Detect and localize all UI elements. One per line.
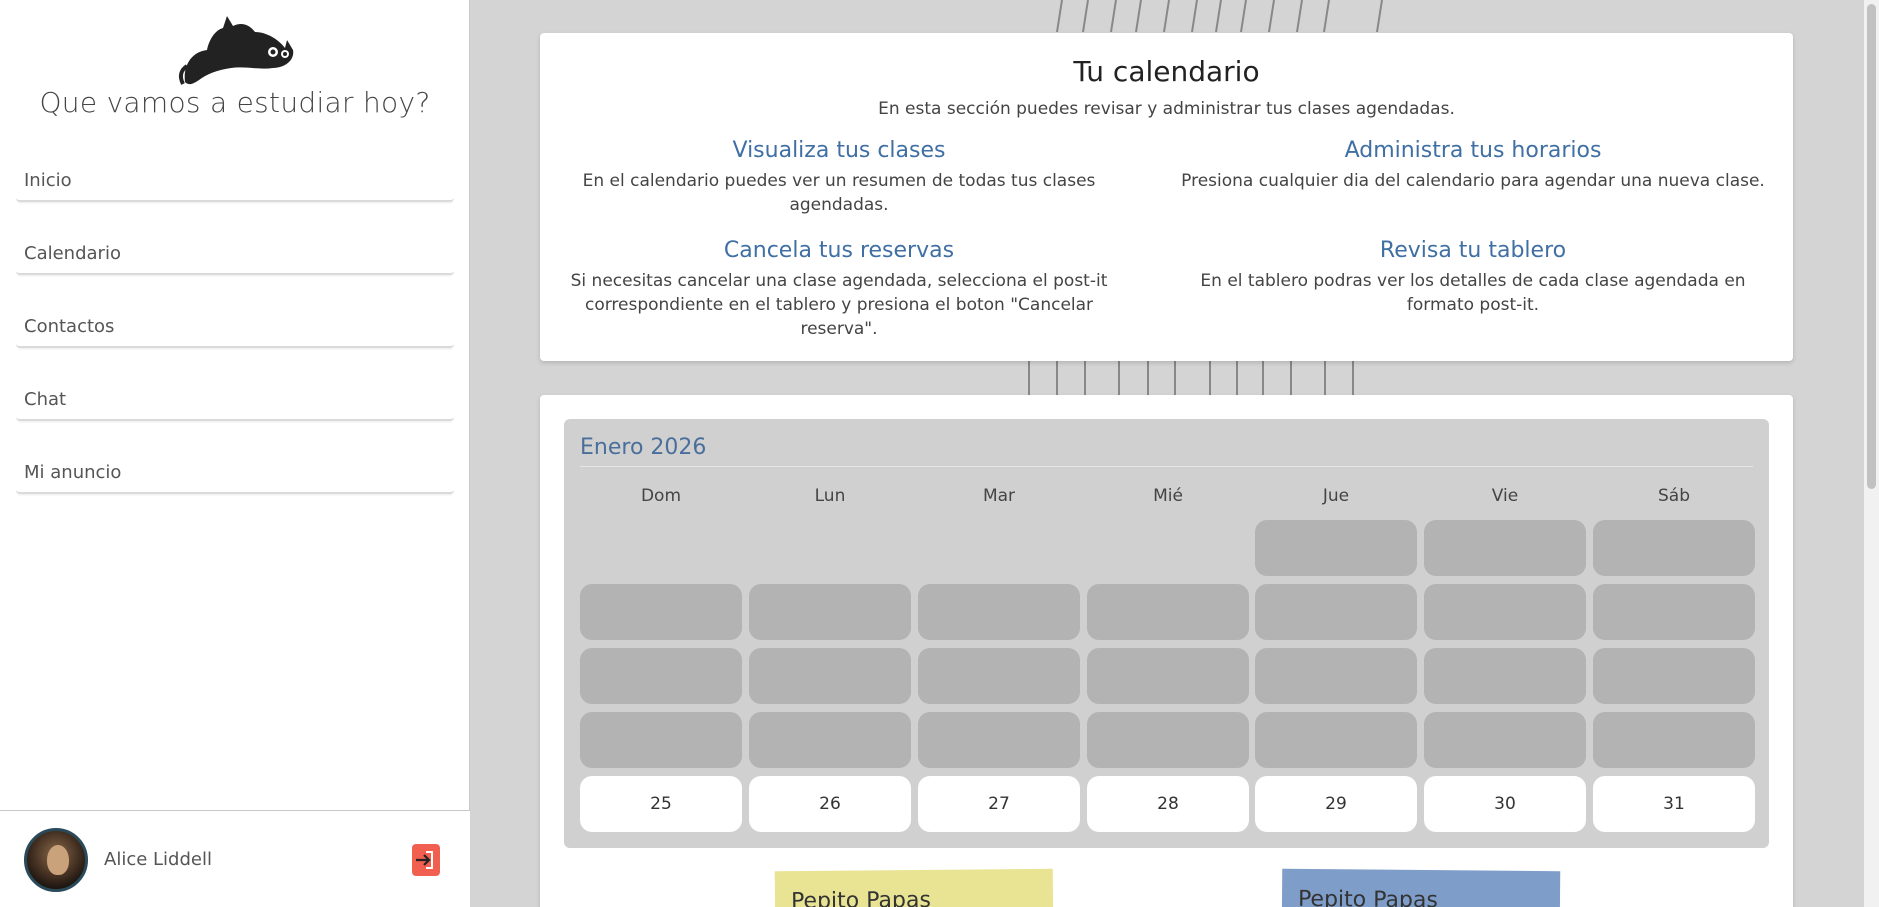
weekday-lun: Lun [814, 486, 846, 506]
page-title: Tu calendario [1073, 55, 1260, 88]
calendar-day[interactable] [1593, 712, 1755, 768]
calendar-day[interactable] [1593, 584, 1755, 640]
calendar-day-27[interactable]: 27 [918, 776, 1080, 832]
calendar-day[interactable] [1255, 520, 1417, 576]
weekday-dom: Dom [640, 486, 682, 506]
info-card: Tu calendario En esta sección puedes rev… [540, 33, 1793, 361]
calendar-day[interactable] [749, 584, 911, 640]
calendar-day-29[interactable]: 29 [1255, 776, 1417, 832]
avatar[interactable] [24, 828, 88, 892]
binder-rings-top [1056, 0, 1383, 32]
feature-title: Visualiza tus clases [732, 138, 946, 163]
calendar-day[interactable] [580, 712, 742, 768]
feature-visualiza: Visualiza tus clases En el calendario pu… [559, 138, 1119, 217]
sidebar-nav: Inicio Calendario Contactos Chat Mi anun… [16, 150, 454, 515]
weekday-jue: Jue [1322, 486, 1350, 506]
weekday-mie: Mié [1153, 486, 1183, 506]
page-subtitle: En esta sección puedes revisar y adminis… [878, 99, 1455, 119]
nav-item-contactos[interactable]: Contactos [16, 296, 454, 348]
feature-revisa: Revisa tu tablero En el tablero podras v… [1193, 238, 1753, 317]
feature-text: Si necesitas cancelar una clase agendada… [570, 271, 1108, 339]
calendar-panel: Enero 2026 Dom Lun Mar Mié Jue Vie Sáb 2… [564, 419, 1769, 848]
sidebar-tagline: Que vamos a estudiar hoy? [39, 86, 431, 119]
feature-title: Cancela tus reservas [723, 238, 955, 263]
month-divider [580, 466, 1753, 467]
calendar-day[interactable] [1087, 648, 1249, 704]
feature-text: En el tablero podras ver los detalles de… [1200, 271, 1746, 315]
user-bar: Alice Liddell [0, 810, 470, 907]
sidebar: Que vamos a estudiar hoy? Inicio Calenda… [0, 0, 470, 907]
calendar-day[interactable] [1255, 712, 1417, 768]
feature-title: Administra tus horarios [1344, 138, 1602, 163]
calendar-day-26[interactable]: 26 [749, 776, 911, 832]
weekday-sab: Sáb [1658, 486, 1690, 506]
calendar-day[interactable] [1593, 520, 1755, 576]
calendar-day[interactable] [580, 648, 742, 704]
weekday-vie: Vie [1491, 486, 1519, 506]
calendar-day[interactable] [749, 648, 911, 704]
calendar-day[interactable] [1424, 520, 1586, 576]
calendar-day-28[interactable]: 28 [1087, 776, 1249, 832]
weekday-mar: Mar [982, 486, 1016, 506]
calendar-day-30[interactable]: 30 [1424, 776, 1586, 832]
logout-icon [416, 851, 433, 869]
calendar-day[interactable] [1255, 648, 1417, 704]
scrollbar[interactable] [1864, 0, 1879, 907]
binder-rings-middle [1028, 361, 1354, 395]
calendar-day[interactable] [1593, 648, 1755, 704]
calendar-day[interactable] [1087, 712, 1249, 768]
feature-text: En el calendario puedes ver un resumen d… [582, 171, 1096, 215]
calendar-day[interactable] [918, 712, 1080, 768]
calendar-day-31[interactable]: 31 [1593, 776, 1755, 832]
scrollbar-thumb[interactable] [1867, 4, 1876, 489]
cat-logo-icon [178, 16, 294, 85]
nav-item-mi-anuncio[interactable]: Mi anuncio [16, 442, 454, 494]
nav-item-chat[interactable]: Chat [16, 369, 454, 421]
logout-button[interactable] [412, 844, 440, 876]
postit-note[interactable]: Pepito Papas [1281, 868, 1561, 907]
calendar-month: Enero 2026 [580, 435, 707, 460]
calendar-day[interactable] [580, 584, 742, 640]
calendar-day[interactable] [1424, 648, 1586, 704]
calendar-day[interactable] [1424, 584, 1586, 640]
calendar-day[interactable] [749, 712, 911, 768]
feature-title: Revisa tu tablero [1379, 238, 1567, 263]
calendar-card: Enero 2026 Dom Lun Mar Mié Jue Vie Sáb 2… [540, 395, 1793, 907]
nav-item-calendario[interactable]: Calendario [16, 223, 454, 275]
nav-item-inicio[interactable]: Inicio [16, 150, 454, 202]
user-name: Alice Liddell [104, 849, 212, 870]
postit-note[interactable]: Pepito Papas [774, 868, 1054, 907]
calendar-day[interactable] [918, 648, 1080, 704]
feature-text: Presiona cualquier dia del calendario pa… [1181, 171, 1765, 191]
calendar-day[interactable] [1255, 584, 1417, 640]
feature-administra: Administra tus horarios Presiona cualqui… [1173, 138, 1773, 193]
calendar-day[interactable] [1087, 584, 1249, 640]
calendar-day[interactable] [918, 584, 1080, 640]
calendar-day-25[interactable]: 25 [580, 776, 742, 832]
calendar-day[interactable] [1424, 712, 1586, 768]
feature-cancela: Cancela tus reservas Si necesitas cancel… [559, 238, 1119, 341]
